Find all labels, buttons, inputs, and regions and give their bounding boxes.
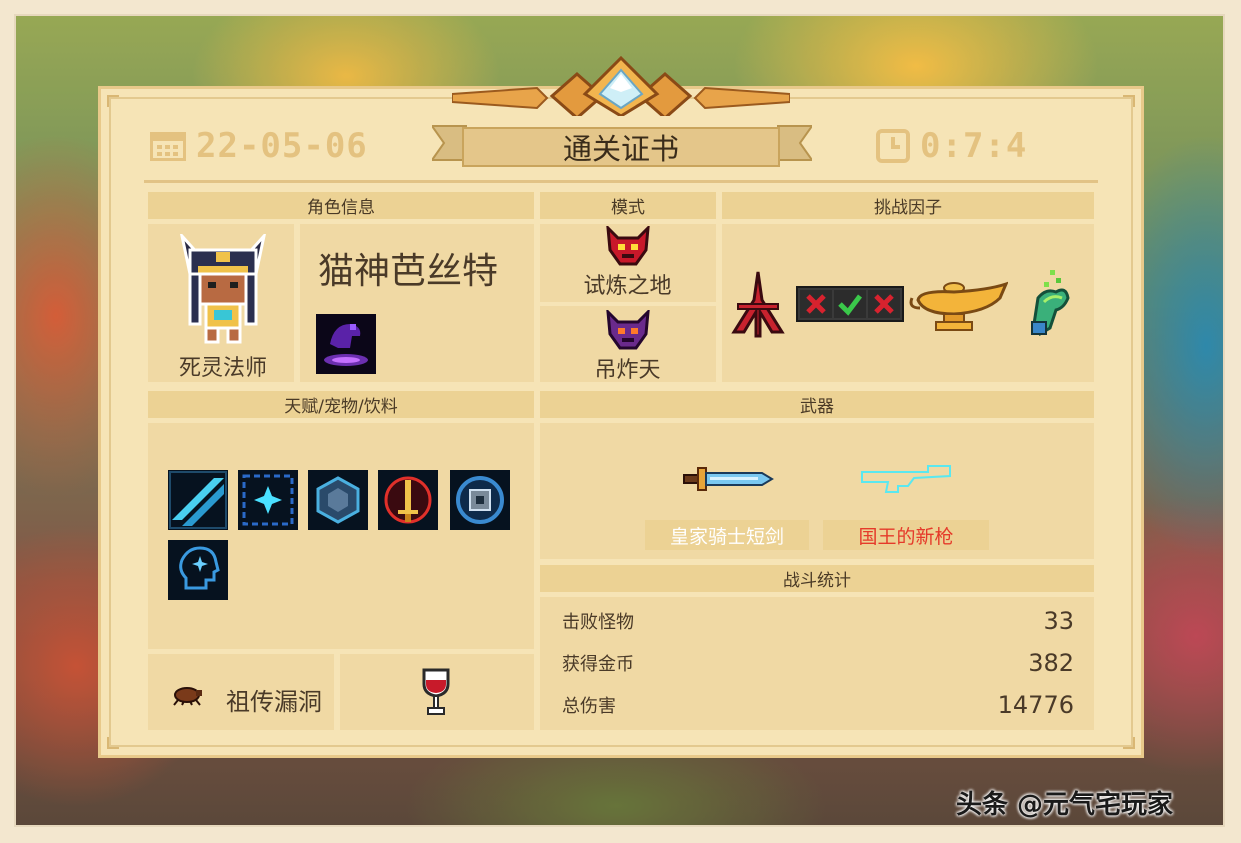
talents-box	[148, 423, 534, 649]
stat-label: 击败怪物	[562, 612, 634, 633]
weapons-box	[540, 423, 1094, 559]
purple-demon-mask-icon	[606, 310, 650, 350]
red-wine-glass-icon	[422, 668, 450, 715]
gem-crest-ornament-icon	[452, 56, 790, 116]
clear-time: 0:7:4	[876, 126, 1027, 166]
section-challenge-factors: 挑战因子	[722, 192, 1094, 219]
watermark: 头条 @元气宅玩家	[956, 790, 1174, 820]
blue-chip-icon	[450, 470, 510, 530]
bug-pet-icon	[173, 687, 202, 706]
red-demon-mask-icon	[606, 226, 650, 266]
section-weapons: 武器	[540, 391, 1094, 418]
weapon-2-name-text: 国王的新枪	[858, 525, 954, 548]
blue-sparkle-icon	[238, 470, 298, 530]
kings-new-gun-icon	[861, 465, 951, 493]
purple-hand-skill-icon	[316, 314, 376, 374]
stat-label: 获得金币	[562, 654, 634, 675]
red-sword-circle-icon	[378, 470, 438, 530]
date-text: 22-05-06	[196, 126, 368, 166]
mode-trial-label: 试炼之地	[583, 274, 672, 299]
certificate-title: 通关证书	[462, 127, 780, 167]
stat-value: 382	[1028, 649, 1074, 677]
stat-row-gold: 获得金币 382	[562, 646, 1074, 680]
weapon-1-name-text: 皇家骑士短剑	[669, 525, 784, 548]
stat-value: 14776	[997, 691, 1074, 719]
header-divider	[144, 180, 1098, 183]
character-class: 死灵法师	[178, 356, 267, 381]
golden-magic-lamp-icon	[909, 281, 1008, 331]
stat-label: 总伤害	[562, 696, 616, 717]
brain-head-icon	[168, 540, 228, 600]
royal-knight-dagger-icon	[683, 467, 774, 491]
cross-check-cross-icon	[796, 286, 904, 322]
clock-icon	[876, 129, 910, 163]
section-talents-pets-drinks: 天赋/宠物/饮料	[148, 391, 534, 418]
cat-goddess-portrait-icon	[180, 234, 266, 344]
stat-row-damage: 总伤害 14776	[562, 688, 1074, 722]
mode-difficulty-label: 吊炸天	[594, 358, 661, 383]
cyan-slash-icon	[168, 470, 228, 530]
section-battle-stats: 战斗统计	[540, 565, 1094, 592]
green-flame-hand-icon	[1031, 270, 1070, 337]
stat-row-kills: 击败怪物 33	[562, 604, 1074, 638]
section-character-info: 角色信息	[148, 192, 534, 219]
character-name: 猫神芭丝特	[318, 251, 499, 292]
clear-date: 22-05-06	[150, 126, 368, 166]
calendar-icon	[150, 132, 186, 161]
section-mode: 模式	[540, 192, 716, 219]
hexagon-shield-icon	[308, 470, 368, 530]
pet-label: 祖传漏洞	[226, 688, 322, 716]
weapon-2-name: 国王的新枪	[823, 520, 989, 550]
weapon-1-name: 皇家骑士短剑	[645, 520, 809, 550]
stat-value: 33	[1043, 607, 1074, 635]
time-text: 0:7:4	[920, 126, 1028, 166]
red-tripod-rune-icon	[731, 271, 785, 338]
